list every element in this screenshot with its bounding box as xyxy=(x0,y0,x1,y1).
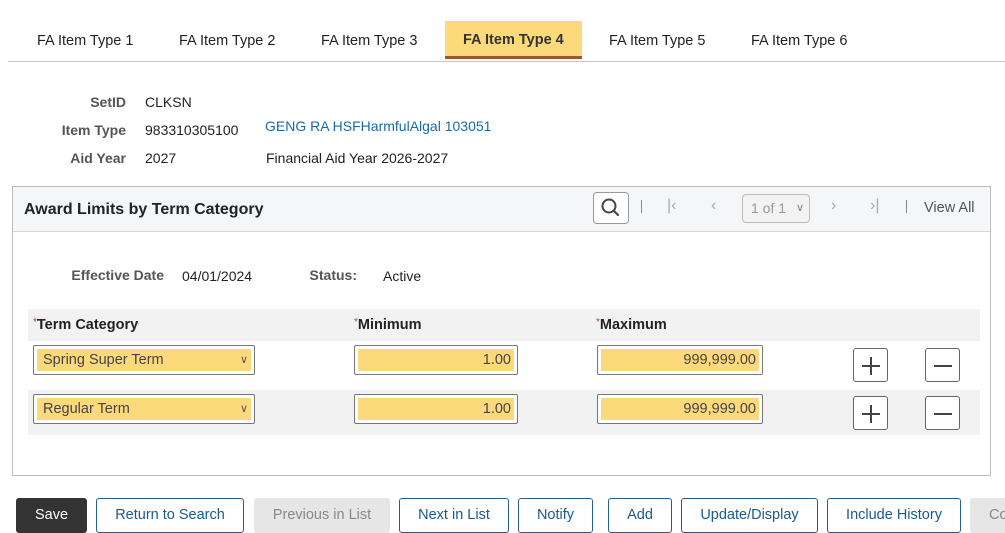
add-row-button[interactable] xyxy=(853,348,888,382)
status-value: Active xyxy=(383,268,422,284)
page-select[interactable]: 1 of 1 ∨ xyxy=(742,194,810,223)
effective-date-value: 04/01/2024 xyxy=(182,268,253,284)
tab-fa-item-type-3[interactable]: FA Item Type 3 xyxy=(311,22,427,60)
aid-year-description: Financial Aid Year 2026-2027 xyxy=(266,150,449,166)
next-page-icon[interactable]: › xyxy=(831,197,836,215)
aid-year-value: 2027 xyxy=(145,150,177,166)
maximum-field[interactable]: 999,999.00 xyxy=(597,394,763,424)
table-row: Spring Super Term ∨ 1.00 999,999.00 xyxy=(28,341,980,386)
item-type-value: 983310305100 xyxy=(145,122,239,138)
minimum-field[interactable]: 1.00 xyxy=(354,345,518,375)
return-to-search-button[interactable]: Return to Search xyxy=(96,498,244,533)
setid-value: CLKSN xyxy=(145,94,192,110)
view-all-link[interactable]: View All xyxy=(924,200,975,216)
column-header-minimum[interactable]: *Minimum xyxy=(354,317,422,333)
aid-year-label: Aid Year xyxy=(70,150,126,166)
term-category-select[interactable]: Regular Term ∨ xyxy=(33,394,255,424)
chevron-down-icon: ∨ xyxy=(239,354,248,366)
update-display-button[interactable]: Update/Display xyxy=(681,498,818,533)
delete-row-button[interactable] xyxy=(925,396,960,430)
include-history-button[interactable]: Include History xyxy=(827,498,961,533)
delete-row-button[interactable] xyxy=(925,348,960,382)
search-button[interactable] xyxy=(593,192,629,224)
tab-fa-item-type-4[interactable]: FA Item Type 4 xyxy=(445,21,582,59)
search-icon xyxy=(601,198,620,217)
chevron-down-icon: ∨ xyxy=(239,403,248,415)
next-in-list-button[interactable]: Next in List xyxy=(399,498,509,533)
table-row: Regular Term ∨ 1.00 999,999.00 xyxy=(28,390,980,435)
tab-fa-item-type-2[interactable]: FA Item Type 2 xyxy=(169,22,285,60)
award-limits-grid: Award Limits by Term Category |‹ ‹ 1 of … xyxy=(12,186,991,476)
previous-in-list-button[interactable]: Previous in List xyxy=(254,498,390,533)
page-tabs: FA Item Type 1 FA Item Type 2 FA Item Ty… xyxy=(8,20,1005,62)
column-header-term-category[interactable]: *Term Category xyxy=(33,317,138,333)
term-category-select[interactable]: Spring Super Term ∨ xyxy=(33,345,255,375)
column-header-maximum[interactable]: *Maximum xyxy=(596,317,667,333)
minimum-field[interactable]: 1.00 xyxy=(354,394,518,424)
grid-title: Award Limits by Term Category xyxy=(24,201,264,218)
grid-column-headers: *Term Category *Minimum *Maximum xyxy=(28,309,980,341)
notify-button[interactable]: Notify xyxy=(518,498,593,533)
last-page-icon[interactable]: ›| xyxy=(870,197,879,215)
item-type-description-link[interactable]: GENG RA HSFHarmfulAlgal 103051 xyxy=(265,118,491,134)
tab-fa-item-type-1[interactable]: FA Item Type 1 xyxy=(27,22,143,60)
effective-date-label: Effective Date xyxy=(71,267,164,283)
add-button[interactable]: Add xyxy=(608,498,672,533)
correct-history-button[interactable]: Co xyxy=(970,498,1005,533)
add-row-button[interactable] xyxy=(853,396,888,430)
separator xyxy=(906,200,907,213)
tab-fa-item-type-5[interactable]: FA Item Type 5 xyxy=(599,22,715,60)
item-type-label: Item Type xyxy=(61,122,126,138)
first-page-icon[interactable]: |‹ xyxy=(667,197,676,215)
separator xyxy=(641,200,642,213)
page-select-value: 1 of 1 xyxy=(751,200,787,216)
chevron-down-icon: ∨ xyxy=(795,202,804,214)
status-label: Status: xyxy=(309,267,357,283)
maximum-field[interactable]: 999,999.00 xyxy=(597,345,763,375)
grid-header-bar: Award Limits by Term Category |‹ ‹ 1 of … xyxy=(13,187,990,232)
save-button[interactable]: Save xyxy=(16,498,87,533)
tab-fa-item-type-6[interactable]: FA Item Type 6 xyxy=(741,22,857,60)
setid-label: SetID xyxy=(90,94,126,110)
previous-page-icon[interactable]: ‹ xyxy=(711,197,716,215)
